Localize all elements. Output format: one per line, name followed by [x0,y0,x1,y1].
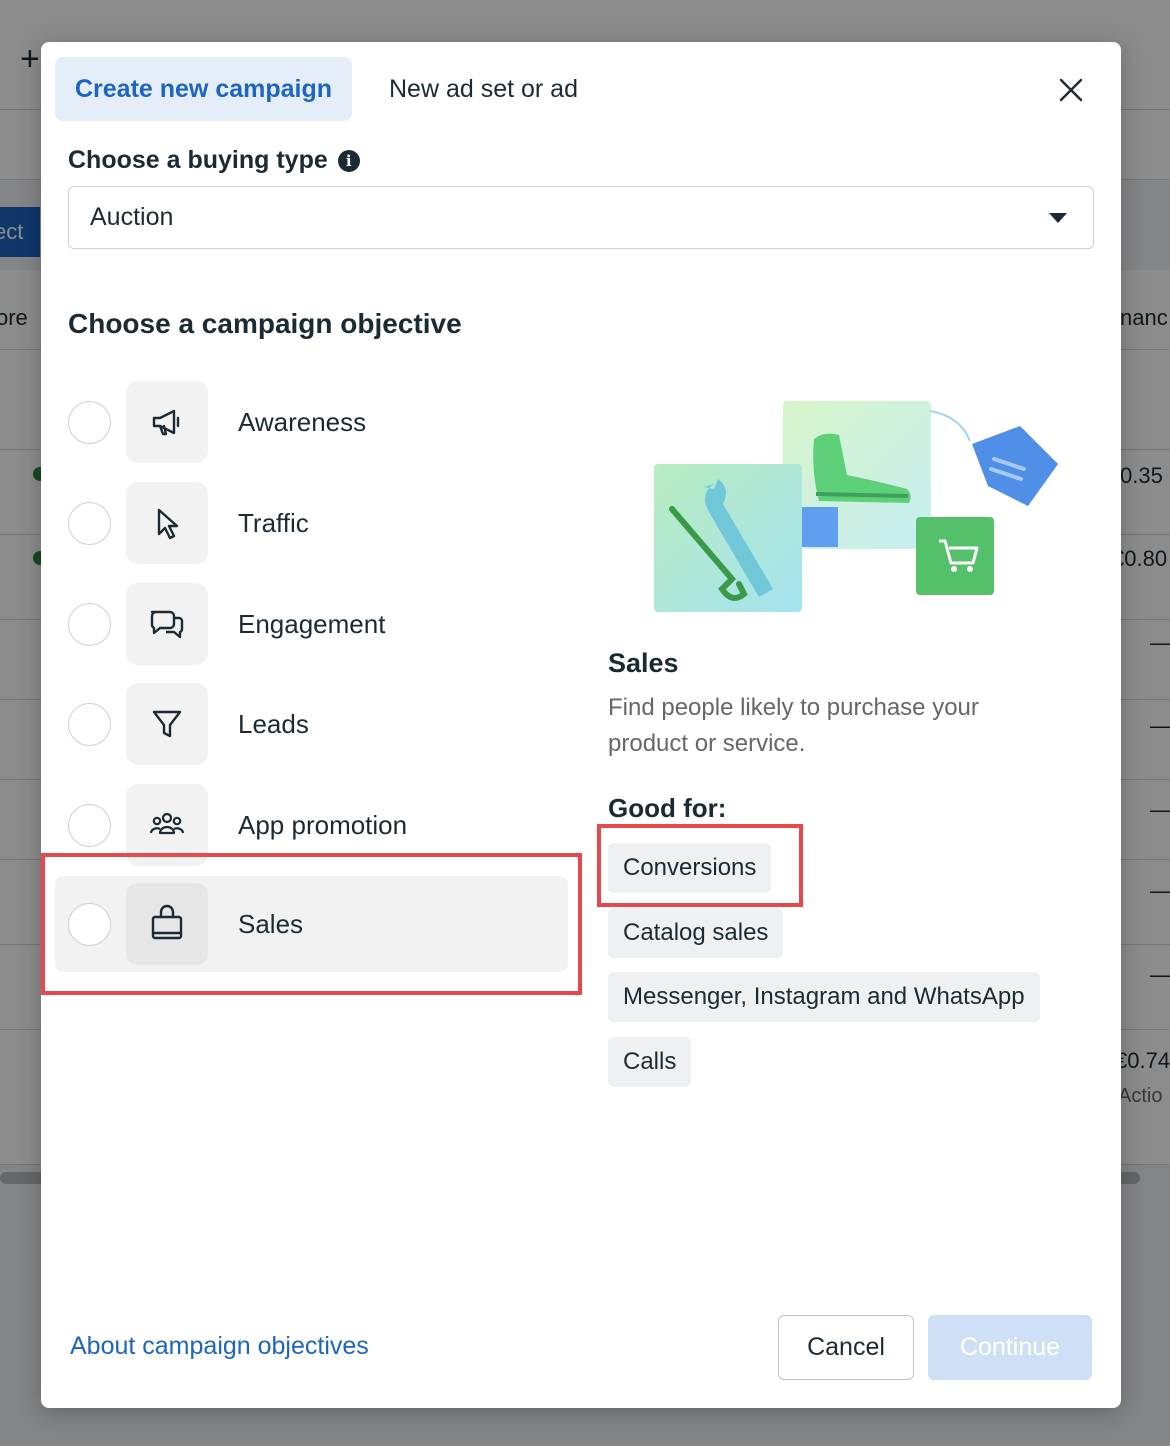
funnel-icon [126,683,208,765]
objective-option-leads[interactable]: Leads [55,676,568,772]
campaign-objective-label: Choose a campaign objective [68,308,462,339]
objective-option-sales[interactable]: Sales [55,876,568,972]
objective-option-app-promotion[interactable]: App promotion [55,777,568,873]
objective-radio[interactable] [68,400,111,444]
megaphone-icon [126,381,208,463]
objective-label: Traffic [238,507,309,538]
people-group-icon [126,784,208,866]
objective-label: Sales [238,908,304,939]
good-for-label: Good for: [608,793,727,823]
good-for-chip: Calls [608,1037,692,1087]
objective-radio[interactable] [68,702,111,746]
good-for-chip: Conversions [608,843,772,893]
objective-radio[interactable] [68,501,111,545]
objective-label: Awareness [238,406,367,437]
about-campaign-objectives-link[interactable]: About campaign objectives [70,1332,369,1361]
objective-option-traffic[interactable]: Traffic [55,475,568,571]
tab-create-new-campaign[interactable]: Create new campaign [55,57,352,121]
objective-option-engagement[interactable]: Engagement [55,576,568,672]
tab-new-ad-set-or-ad[interactable]: New ad set or ad [389,57,578,121]
objective-label: App promotion [238,809,408,840]
objective-option-awareness[interactable]: Awareness [55,374,568,470]
buying-type-label: Choose a buying type i [68,146,360,175]
caret-down-icon [1049,213,1067,223]
objective-label: Leads [238,708,309,739]
continue-button[interactable]: Continue [928,1315,1092,1380]
objective-label: Engagement [238,608,386,639]
buying-type-label-text: Choose a buying type [68,146,328,174]
close-icon[interactable] [1051,70,1091,110]
shopping-bag-icon [126,883,208,965]
objective-radio[interactable] [68,803,111,847]
buying-type-value: Auction [90,203,174,231]
good-for-chip: Messenger, Instagram and WhatsApp [608,972,1040,1022]
objective-radio[interactable] [68,902,111,946]
chat-bubbles-icon [126,583,208,665]
create-campaign-dialog: Create new campaign New ad set or ad Cho… [41,42,1121,1408]
good-for-chip: Catalog sales [608,908,784,958]
sales-illustration [654,399,1059,614]
objective-detail-description: Find people likely to purchase your prod… [608,694,979,757]
buying-type-select[interactable]: Auction [68,186,1094,249]
cursor-icon [126,482,208,564]
objective-radio[interactable] [68,602,111,646]
cancel-button[interactable]: Cancel [778,1315,914,1380]
objective-detail-title: Sales [608,648,679,678]
info-icon[interactable]: i [337,149,360,172]
